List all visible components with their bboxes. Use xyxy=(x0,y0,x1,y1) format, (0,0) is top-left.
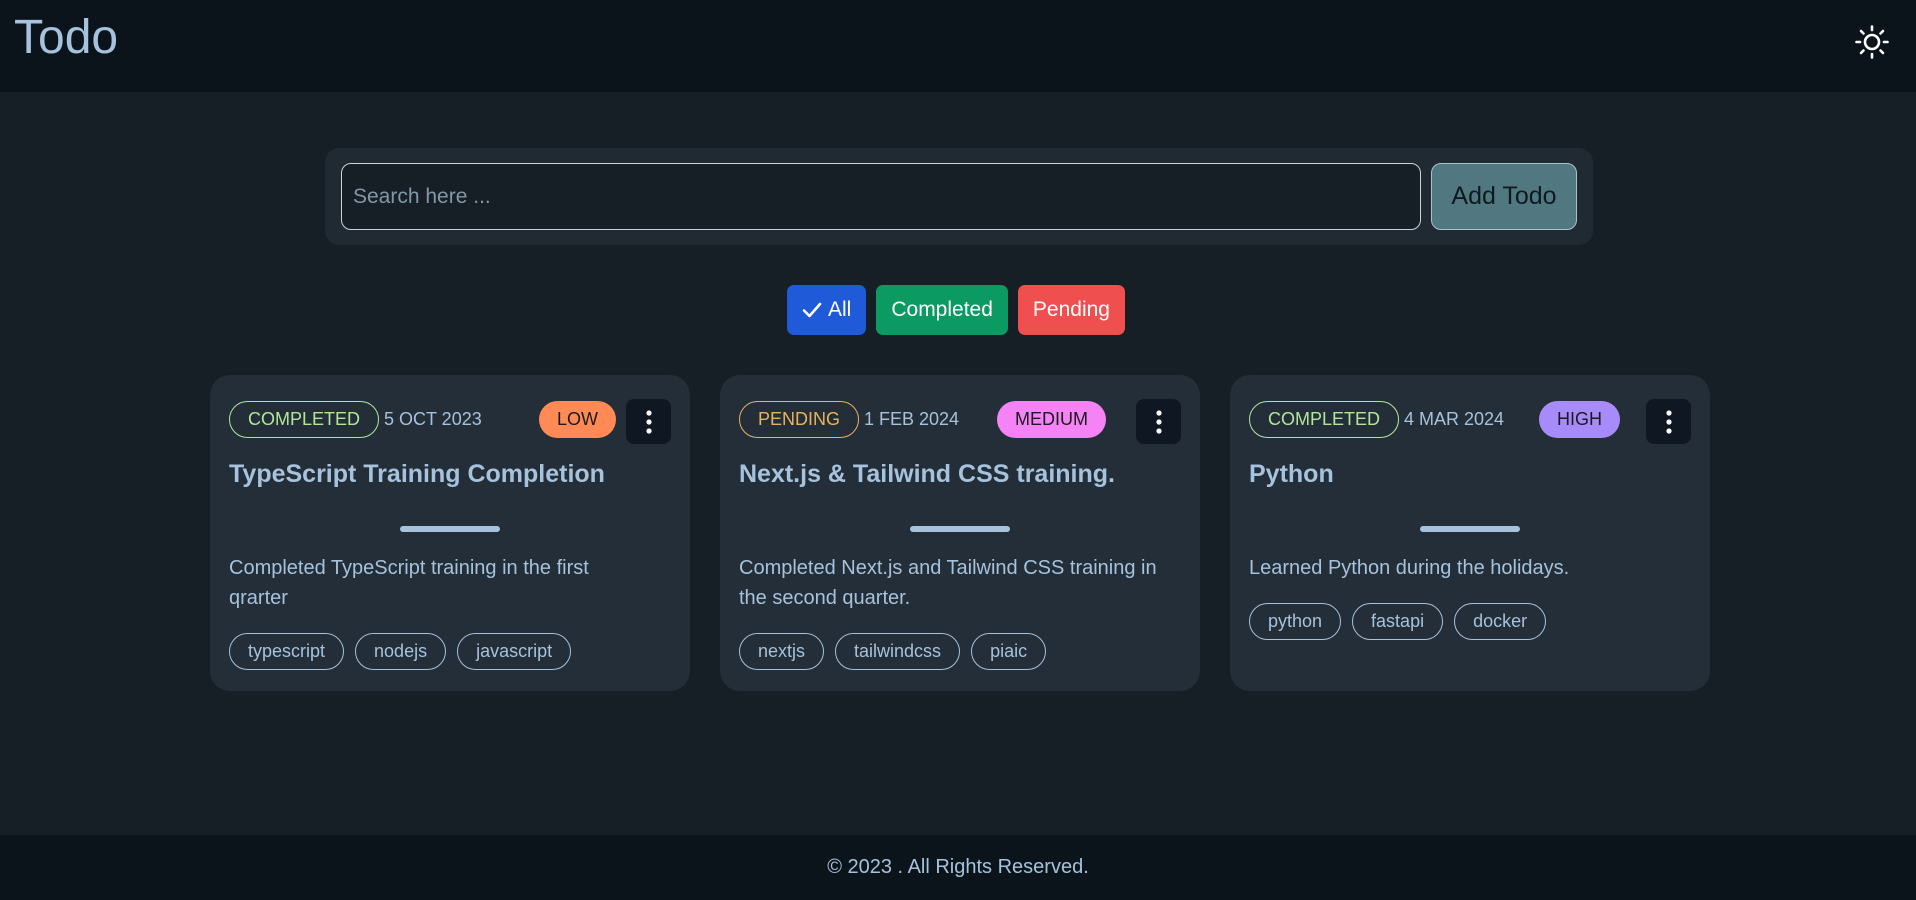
priority-badge: LOW xyxy=(539,401,617,438)
filter-completed-button[interactable]: Completed xyxy=(876,285,1008,335)
filter-bar: All Completed Pending xyxy=(787,285,1125,335)
todo-date: 5 OCT 2023 xyxy=(384,409,482,429)
check-icon xyxy=(802,301,822,319)
app-title: Todo xyxy=(14,11,119,64)
priority-badge: HIGH xyxy=(1539,401,1620,438)
tag: nodejs xyxy=(355,633,447,670)
todo-title: Next.js & Tailwind CSS training. xyxy=(739,460,1115,488)
filter-all-button[interactable]: All xyxy=(787,285,867,335)
todo-card: COMPLETED 5 OCT 2023 LOW TypeScript Trai… xyxy=(210,375,690,691)
todo-title: Python xyxy=(1249,460,1334,488)
tag: nextjs xyxy=(739,633,825,670)
priority-badge: MEDIUM xyxy=(997,401,1106,438)
filter-all-label: All xyxy=(828,298,852,321)
status-badge: COMPLETED xyxy=(229,401,380,438)
tag: typescript xyxy=(229,633,345,670)
app-header: Todo xyxy=(0,0,1916,92)
tag-list: nextjs tailwindcss piaic xyxy=(739,633,1047,670)
card-menu-button[interactable] xyxy=(1646,399,1691,444)
search-panel: Add Todo xyxy=(325,148,1593,245)
status-badge: PENDING xyxy=(739,401,860,438)
add-todo-button[interactable]: Add Todo xyxy=(1431,163,1577,230)
todo-date: 4 MAR 2024 xyxy=(1404,409,1505,429)
tag-list: python fastapi docker xyxy=(1249,603,1547,640)
todo-date: 1 FEB 2024 xyxy=(864,409,960,429)
copyright-text: © 2023 . All Rights Reserved. xyxy=(827,856,1089,878)
more-vertical-icon xyxy=(1665,409,1672,434)
more-vertical-icon xyxy=(645,409,652,434)
card-menu-button[interactable] xyxy=(626,399,671,444)
filter-completed-label: Completed xyxy=(891,298,993,321)
todo-card: COMPLETED 4 MAR 2024 HIGH Python Learned… xyxy=(1230,375,1710,691)
search-input[interactable] xyxy=(341,163,1421,230)
card-menu-button[interactable] xyxy=(1136,399,1181,444)
tag-list: typescript nodejs javascript xyxy=(229,633,572,670)
tag: fastapi xyxy=(1352,603,1444,640)
todo-description: Learned Python during the holidays. xyxy=(1249,557,1570,579)
footer: © 2023 . All Rights Reserved. xyxy=(0,835,1916,900)
todo-card: PENDING 1 FEB 2024 MEDIUM Next.js & Tail… xyxy=(720,375,1200,691)
more-vertical-icon xyxy=(1155,409,1162,434)
status-badge: COMPLETED xyxy=(1249,401,1400,438)
todo-title: TypeScript Training Completion xyxy=(229,460,605,488)
tag: piaic xyxy=(971,633,1047,670)
divider xyxy=(400,526,500,532)
todo-description: Completed TypeScript training in the fir… xyxy=(229,557,589,609)
filter-pending-label: Pending xyxy=(1032,298,1110,321)
tag: docker xyxy=(1454,603,1547,640)
todo-description: Completed Next.js and Tailwind CSS train… xyxy=(739,557,1157,609)
tag: python xyxy=(1249,603,1342,640)
filter-pending-button[interactable]: Pending xyxy=(1017,285,1125,335)
divider xyxy=(910,526,1010,532)
sun-icon xyxy=(1855,25,1889,59)
tag: javascript xyxy=(457,633,572,670)
tag: tailwindcss xyxy=(835,633,961,670)
theme-toggle-button[interactable] xyxy=(1850,20,1894,64)
divider xyxy=(1420,526,1520,532)
